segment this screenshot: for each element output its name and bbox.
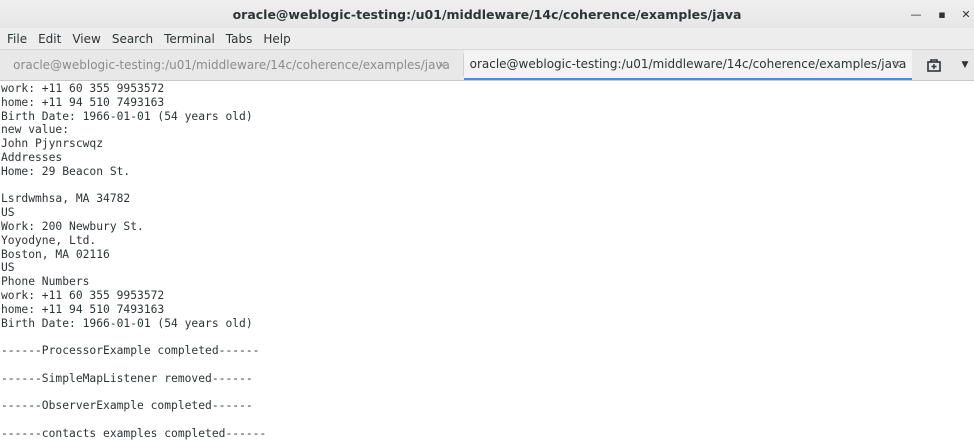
terminal-line: work: +11 60 355 9953572 bbox=[1, 82, 165, 95]
menu-help[interactable]: Help bbox=[263, 32, 290, 46]
terminal-line: Addresses bbox=[1, 151, 63, 164]
menu-terminal[interactable]: Terminal bbox=[164, 32, 215, 46]
tab-2[interactable]: oracle@weblogic-testing:/u01/middleware/… bbox=[464, 50, 912, 80]
new-tab-icon bbox=[927, 58, 941, 72]
terminal-line: Phone Numbers bbox=[1, 275, 90, 289]
terminal-line: John Pjynrscwqz bbox=[1, 137, 104, 151]
menu-search[interactable]: Search bbox=[112, 32, 153, 46]
menu-file[interactable]: File bbox=[7, 32, 27, 46]
window-title: oracle@weblogic-testing:/u01/middleware/… bbox=[232, 6, 742, 22]
terminal-output[interactable]: work: +11 60 355 9953572 home: +11 94 51… bbox=[0, 81, 974, 441]
terminal-line: work: +11 60 355 9953572 bbox=[1, 289, 165, 302]
close-button[interactable]: ✕ bbox=[956, 4, 974, 24]
terminal-line: new value: bbox=[1, 123, 70, 137]
terminal-line: Birth Date: 1966-01-01 (54 years old) bbox=[1, 316, 253, 330]
tab-1-label: oracle@weblogic-testing:/u01/middleware/… bbox=[13, 58, 450, 72]
maximize-button[interactable]: ▪ bbox=[932, 4, 952, 24]
terminal-line: US bbox=[1, 261, 15, 275]
terminal-line: ------ProcessorExample completed------ bbox=[1, 344, 260, 358]
menu-view[interactable]: View bbox=[72, 32, 100, 46]
menubar: File Edit View Search Terminal Tabs Help bbox=[0, 28, 974, 49]
terminal-line: ------contacts examples completed------ bbox=[1, 427, 267, 440]
tab-1-close-icon[interactable]: × bbox=[437, 58, 447, 72]
terminal-line: home: +11 94 510 7493163 bbox=[1, 95, 165, 109]
terminal-line: Home: 29 Beacon St. bbox=[1, 164, 131, 178]
chevron-down-icon: ▼ bbox=[961, 60, 969, 70]
menu-tabs[interactable]: Tabs bbox=[226, 32, 253, 46]
new-tab-button[interactable] bbox=[922, 56, 946, 74]
terminal-line: Yoyodyne, Ltd. bbox=[1, 233, 97, 247]
tab-1[interactable]: oracle@weblogic-testing:/u01/middleware/… bbox=[0, 50, 463, 80]
tab-2-close-icon[interactable]: × bbox=[892, 57, 902, 71]
terminal-line: Work: 200 Newbury St. bbox=[1, 220, 144, 233]
terminal-line: home: +11 94 510 7493163 bbox=[1, 302, 165, 316]
window-titlebar[interactable]: oracle@weblogic-testing:/u01/middleware/… bbox=[0, 0, 974, 28]
tab-menu-button[interactable]: ▼ bbox=[956, 56, 974, 74]
tab-bar: oracle@weblogic-testing:/u01/middleware/… bbox=[0, 49, 974, 81]
tab-2-label: oracle@weblogic-testing:/u01/middleware/… bbox=[469, 57, 907, 71]
terminal-line: ------SimpleMapListener removed------ bbox=[1, 371, 253, 385]
terminal-line: ------ObserverExample completed------ bbox=[1, 399, 253, 413]
terminal-line: US bbox=[1, 206, 15, 220]
terminal-line: Lsrdwmhsa, MA 34782 bbox=[1, 192, 131, 206]
terminal-line: Boston, MA 02116 bbox=[1, 247, 110, 261]
menu-edit[interactable]: Edit bbox=[38, 32, 61, 46]
terminal-line: Birth Date: 1966-01-01 (54 years old) bbox=[1, 109, 253, 123]
minimize-button[interactable]: — bbox=[906, 4, 926, 24]
